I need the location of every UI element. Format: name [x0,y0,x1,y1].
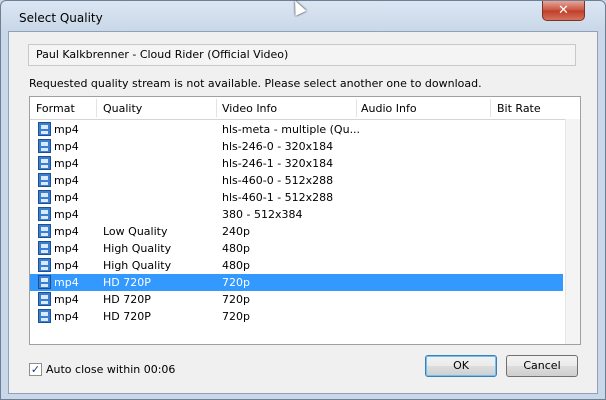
column-divider[interactable] [216,99,217,117]
table-row-selected[interactable]: mp4 HD 720P 720p [30,274,563,291]
video-file-icon [38,224,51,238]
list-header: Format Quality Video Info Audio Info Bit… [30,97,580,120]
video-info-cell: hls-460-1 - 512x288 [222,191,334,204]
quality-cell: HD 720P [103,293,151,306]
table-row[interactable]: mp4 hls-246-1 - 320x184 [30,155,563,172]
video-info-cell: 720p [222,310,250,323]
table-row[interactable]: mp4 High Quality 480p [30,257,563,274]
format-cell: mp4 [54,276,79,289]
quality-list[interactable]: Format Quality Video Info Audio Info Bit… [29,96,581,345]
video-info-cell: 720p [222,293,250,306]
column-header-format[interactable]: Format [36,102,75,115]
video-info-cell: 720p [222,276,250,289]
select-quality-dialog: Select Quality ✕ Paul Kalkbrenner - Clou… [0,0,606,400]
column-header-video-info[interactable]: Video Info [222,102,277,115]
video-file-icon [38,139,51,153]
video-file-icon [38,292,51,306]
auto-close-label[interactable]: Auto close within 00:06 [46,363,175,376]
format-cell: mp4 [54,293,79,306]
column-divider[interactable] [490,99,491,117]
format-cell: mp4 [54,123,79,136]
close-icon: ✕ [558,3,569,18]
video-info-cell: 480p [222,259,250,272]
table-row[interactable]: mp4 hls-246-0 - 320x184 [30,138,563,155]
video-file-icon [38,173,51,187]
quality-cell: HD 720P [103,310,151,323]
window-title: Select Quality [19,11,103,25]
format-cell: mp4 [54,174,79,187]
info-message: Requested quality stream is not availabl… [29,77,482,90]
auto-close-checkbox[interactable]: ✓ [29,363,42,376]
format-cell: mp4 [54,208,79,221]
close-button[interactable]: ✕ [542,1,585,21]
table-row[interactable]: mp4 HD 720P 720p [30,291,563,308]
video-file-icon [38,241,51,255]
column-header-quality[interactable]: Quality [103,102,142,115]
video-info-cell: hls-meta - multiple (Qu... [222,123,361,136]
video-info-cell: hls-460-0 - 512x288 [222,174,334,187]
video-file-icon [38,190,51,204]
quality-cell: High Quality [103,259,172,272]
video-title-field: Paul Kalkbrenner - Cloud Rider (Official… [28,44,576,66]
video-info-cell: 480p [222,242,250,255]
format-cell: mp4 [54,242,79,255]
format-cell: mp4 [54,259,79,272]
table-row[interactable]: mp4 hls-460-0 - 512x288 [30,172,563,189]
checkmark-icon: ✓ [30,363,41,376]
table-row[interactable]: mp4 hls-meta - multiple (Qu... [30,121,563,138]
format-cell: mp4 [54,140,79,153]
video-info-cell: hls-246-1 - 320x184 [222,157,334,170]
table-row[interactable]: mp4 hls-460-1 - 512x288 [30,189,563,206]
video-info-cell: 380 - 512x384 [222,208,303,221]
table-row[interactable]: mp4 380 - 512x384 [30,206,563,223]
video-file-icon [38,122,51,136]
ok-button[interactable]: OK [425,355,497,377]
table-row[interactable]: mp4 Low Quality 240p [30,223,563,240]
format-cell: mp4 [54,157,79,170]
video-file-icon [38,156,51,170]
dialog-body: Paul Kalkbrenner - Cloud Rider (Official… [8,31,598,394]
column-divider[interactable] [356,99,357,117]
quality-cell: HD 720P [103,276,151,289]
quality-cell: Low Quality [103,225,168,238]
column-divider[interactable] [96,99,97,117]
format-cell: mp4 [54,225,79,238]
quality-cell: High Quality [103,242,172,255]
video-file-icon [38,207,51,221]
video-file-icon [38,309,51,323]
table-row[interactable]: mp4 HD 720P 720p [30,308,563,325]
format-cell: mp4 [54,191,79,204]
table-row[interactable]: mp4 High Quality 480p [30,240,563,257]
format-cell: mp4 [54,310,79,323]
column-header-bit-rate[interactable]: Bit Rate [497,102,541,115]
video-file-icon [38,258,51,272]
video-file-icon [38,275,51,289]
video-info-cell: hls-246-0 - 320x184 [222,140,334,153]
vertical-scrollbar[interactable] [565,119,580,344]
column-header-audio-info[interactable]: Audio Info [361,102,417,115]
video-info-cell: 240p [222,225,250,238]
cancel-button[interactable]: Cancel [506,355,578,377]
